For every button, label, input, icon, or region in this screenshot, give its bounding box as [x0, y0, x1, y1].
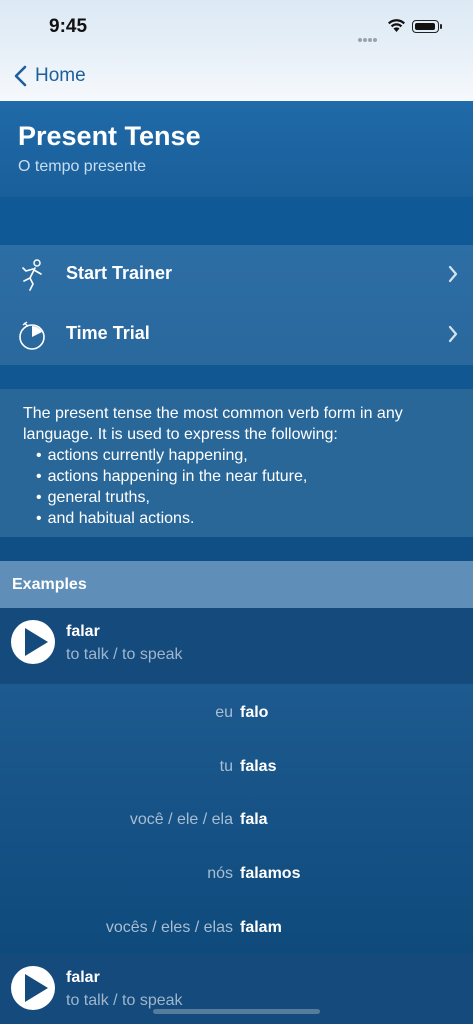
- chevron-left-icon: [14, 65, 27, 87]
- wifi-icon: [388, 19, 405, 32]
- stopwatch-icon: [19, 321, 45, 350]
- chevron-right-icon: [448, 265, 458, 283]
- navigation-bar: Home: [0, 54, 473, 101]
- conjugation-form: falas: [240, 758, 277, 775]
- usage-item: actions happening in the near future,: [36, 466, 308, 487]
- verb-infinitive: falar: [66, 969, 100, 986]
- section-spacer: [0, 537, 473, 561]
- description-text: The present tense the most common verb f…: [23, 405, 403, 443]
- conjugation-form: fala: [240, 811, 268, 828]
- back-button[interactable]: Home: [14, 65, 86, 87]
- cellular-signal-icon: [358, 29, 380, 42]
- conjugation-row: tu falas: [0, 758, 473, 782]
- time-trial-label: Time Trial: [66, 323, 150, 343]
- verb-translation: to talk / to speak: [66, 646, 183, 663]
- conjugation-pronoun: nós: [207, 865, 233, 882]
- examples-section-header: Examples: [0, 561, 473, 608]
- home-indicator[interactable]: [153, 1009, 320, 1014]
- conjugation-form: falamos: [240, 865, 301, 882]
- conjugation-row: vocês / eles / elas falam: [0, 919, 473, 943]
- example-verb-row: falar to talk / to speak: [0, 608, 473, 684]
- running-figure-icon: [22, 259, 42, 291]
- conjugation-row: eu falo: [0, 704, 473, 728]
- time-trial-button[interactable]: Time Trial: [0, 305, 473, 363]
- status-time: 9:45: [49, 16, 88, 37]
- conjugation-table: eu falo tu falas você / ele / ela fala n…: [0, 684, 473, 954]
- verb-infinitive: falar: [66, 623, 100, 640]
- conjugation-row: nós falamos: [0, 865, 473, 889]
- chevron-right-icon: [448, 325, 458, 343]
- conjugation-pronoun: você / ele / ela: [129, 811, 233, 828]
- play-audio-button[interactable]: [11, 966, 55, 1010]
- examples-header-label: Examples: [12, 576, 87, 593]
- section-spacer: [0, 365, 473, 389]
- conjugation-row: você / ele / ela fala: [0, 811, 473, 835]
- verb-translation: to talk / to speak: [66, 992, 183, 1009]
- start-trainer-label: Start Trainer: [66, 263, 173, 283]
- section-spacer: [0, 197, 473, 245]
- start-trainer-button[interactable]: Start Trainer: [0, 245, 473, 303]
- status-bar: 9:45: [0, 0, 473, 54]
- page-subtitle: O tempo presente: [18, 158, 147, 175]
- usage-item: actions currently happening,: [36, 445, 307, 466]
- usage-list: actions currently happening, actions hap…: [36, 445, 308, 529]
- back-button-label: Home: [35, 65, 86, 86]
- battery-icon: [412, 20, 442, 33]
- page-title: Present Tense: [18, 121, 201, 151]
- usage-item: and habitual actions.: [36, 508, 307, 529]
- tense-description: The present tense the most common verb f…: [0, 389, 473, 537]
- play-audio-button[interactable]: [11, 620, 55, 664]
- conjugation-pronoun: vocês / eles / elas: [105, 919, 233, 936]
- conjugation-pronoun: eu: [215, 704, 233, 721]
- trainer-menu: Start Trainer Time Trial: [0, 245, 473, 365]
- conjugation-form: falo: [240, 704, 269, 721]
- conjugation-pronoun: tu: [219, 758, 233, 775]
- conjugation-form: falam: [240, 919, 282, 936]
- usage-item: general truths,: [36, 487, 307, 508]
- page-header: Present Tense O tempo presente: [0, 101, 473, 197]
